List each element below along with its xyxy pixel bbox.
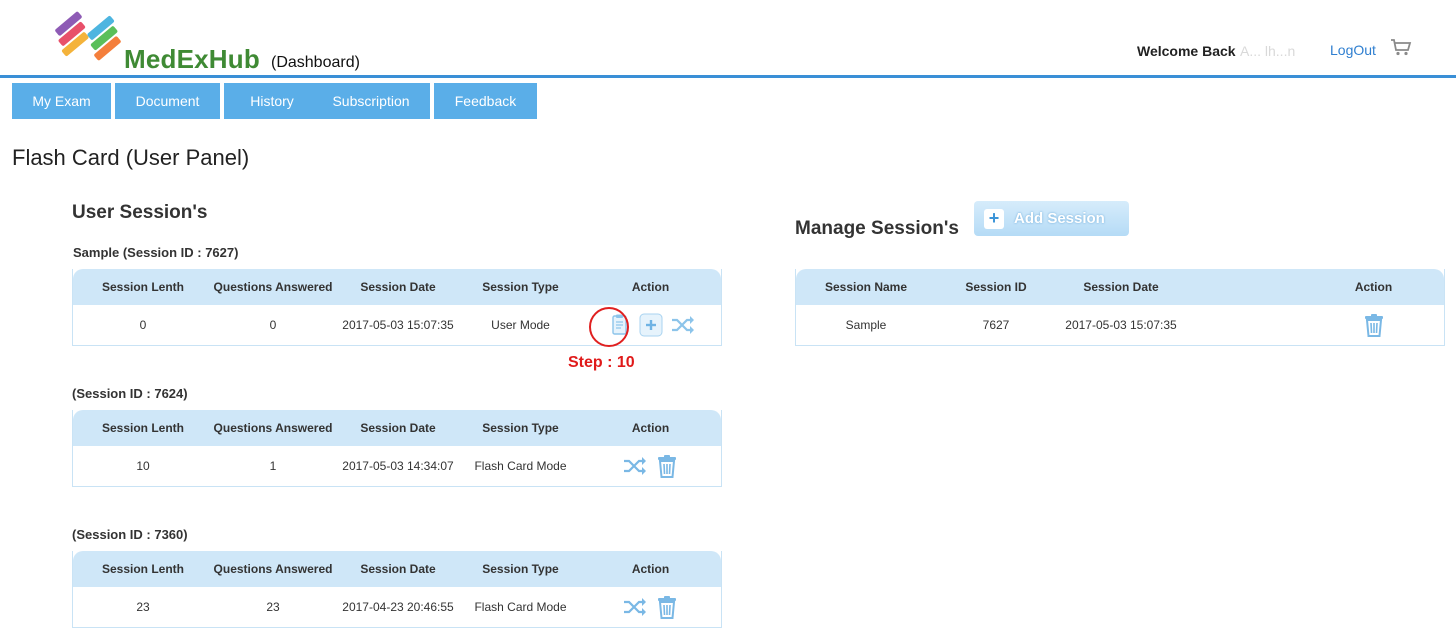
cell-answered: 23	[266, 600, 280, 614]
cell-session-id: 7627	[982, 318, 1010, 332]
cell-date: 2017-04-23 20:46:55	[342, 600, 454, 614]
session-label: Sample (Session ID : 7627)	[73, 245, 239, 260]
cell-type: User Mode	[491, 318, 550, 332]
header-session-type: Session Type	[482, 280, 559, 294]
cell-length: 23	[136, 600, 150, 614]
add-session-button[interactable]: + Add Session	[974, 201, 1129, 236]
session-table: Session Lenth Questions Answered Session…	[72, 551, 722, 628]
header-questions-answered: Questions Answered	[213, 562, 333, 576]
logout-link[interactable]: LogOut	[1330, 42, 1376, 58]
shuffle-icon[interactable]	[670, 313, 696, 337]
brand-name: MedExHub	[124, 44, 260, 74]
cell-type: Flash Card Mode	[474, 459, 567, 473]
cell-session-name: Sample	[845, 318, 887, 332]
brand-subtitle: (Dashboard)	[271, 54, 360, 71]
header-action: Action	[631, 562, 670, 576]
session-table: Session Lenth Questions Answered Session…	[72, 410, 722, 487]
header-session-type: Session Type	[482, 562, 559, 576]
header-session-name: Session Name	[824, 280, 908, 294]
shuffle-icon[interactable]	[622, 454, 648, 478]
table-row: 23 23 2017-04-23 20:46:55 Flash Card Mod…	[73, 587, 721, 627]
tab-subscription[interactable]: Subscription	[312, 83, 430, 119]
welcome-text: Welcome Back	[1137, 43, 1236, 59]
header-session-id: Session ID	[965, 280, 1027, 294]
user-name: A... lh...n	[1240, 43, 1296, 59]
tab-history[interactable]: History	[224, 83, 320, 119]
header-session-date: Session Date	[360, 280, 436, 294]
header-session-date: Session Date	[1083, 280, 1159, 294]
cell-answered: 0	[269, 318, 277, 332]
header-action: Action	[1354, 280, 1393, 294]
tab-feedback[interactable]: Feedback	[434, 83, 537, 119]
plus-icon: +	[984, 208, 1004, 229]
cell-type: Flash Card Mode	[474, 600, 567, 614]
step-label: Step : 10	[568, 354, 635, 371]
table-header: Session Lenth Questions Answered Session…	[73, 269, 721, 305]
cart-icon[interactable]	[1390, 38, 1412, 56]
cell-date: 2017-05-03 15:07:35	[342, 318, 454, 332]
header-action: Action	[631, 421, 670, 435]
shuffle-icon[interactable]	[622, 595, 648, 619]
manage-sessions-title: Manage Session's	[795, 218, 959, 239]
trash-icon[interactable]	[1361, 313, 1387, 337]
header-session-type: Session Type	[482, 421, 559, 435]
header-session-length: Session Lenth	[101, 562, 184, 576]
cell-length: 0	[139, 318, 147, 332]
session-label: (Session ID : 7624)	[72, 386, 188, 401]
table-header: Session Name Session ID Session Date Act…	[796, 269, 1444, 305]
cell-length: 10	[136, 459, 150, 473]
cell-actions	[1186, 313, 1441, 337]
header-session-length: Session Lenth	[101, 280, 184, 294]
app-header: MedExHub (Dashboard) Welcome Back A... l…	[0, 0, 1456, 78]
books-logo-icon	[55, 11, 121, 61]
page-title: Flash Card (User Panel)	[12, 145, 250, 170]
add-icon[interactable]	[638, 313, 664, 337]
header-action: Action	[631, 280, 670, 294]
cell-answered: 1	[269, 459, 277, 473]
header-session-date: Session Date	[360, 562, 436, 576]
trash-icon[interactable]	[654, 454, 680, 478]
manage-session-table: Session Name Session ID Session Date Act…	[795, 269, 1445, 346]
cell-actions	[578, 454, 723, 478]
header-questions-answered: Questions Answered	[213, 421, 333, 435]
tab-document[interactable]: Document	[115, 83, 220, 119]
cell-date: 2017-05-03 14:34:07	[342, 459, 454, 473]
tab-my-exam[interactable]: My Exam	[12, 83, 111, 119]
cell-session-date: 2017-05-03 15:07:35	[1065, 318, 1177, 332]
table-row: 10 1 2017-05-03 14:34:07 Flash Card Mode	[73, 446, 721, 486]
session-label: (Session ID : 7360)	[72, 527, 188, 542]
header-session-length: Session Lenth	[101, 421, 184, 435]
table-header: Session Lenth Questions Answered Session…	[73, 551, 721, 587]
cell-actions	[578, 595, 723, 619]
header-questions-answered: Questions Answered	[213, 280, 333, 294]
user-sessions-title: User Session's	[72, 202, 208, 223]
trash-icon[interactable]	[654, 595, 680, 619]
header-session-date: Session Date	[360, 421, 436, 435]
step-highlight-circle	[589, 307, 629, 347]
table-header: Session Lenth Questions Answered Session…	[73, 410, 721, 446]
table-row: Sample 7627 2017-05-03 15:07:35	[796, 305, 1444, 345]
add-session-label: Add Session	[1014, 210, 1105, 227]
